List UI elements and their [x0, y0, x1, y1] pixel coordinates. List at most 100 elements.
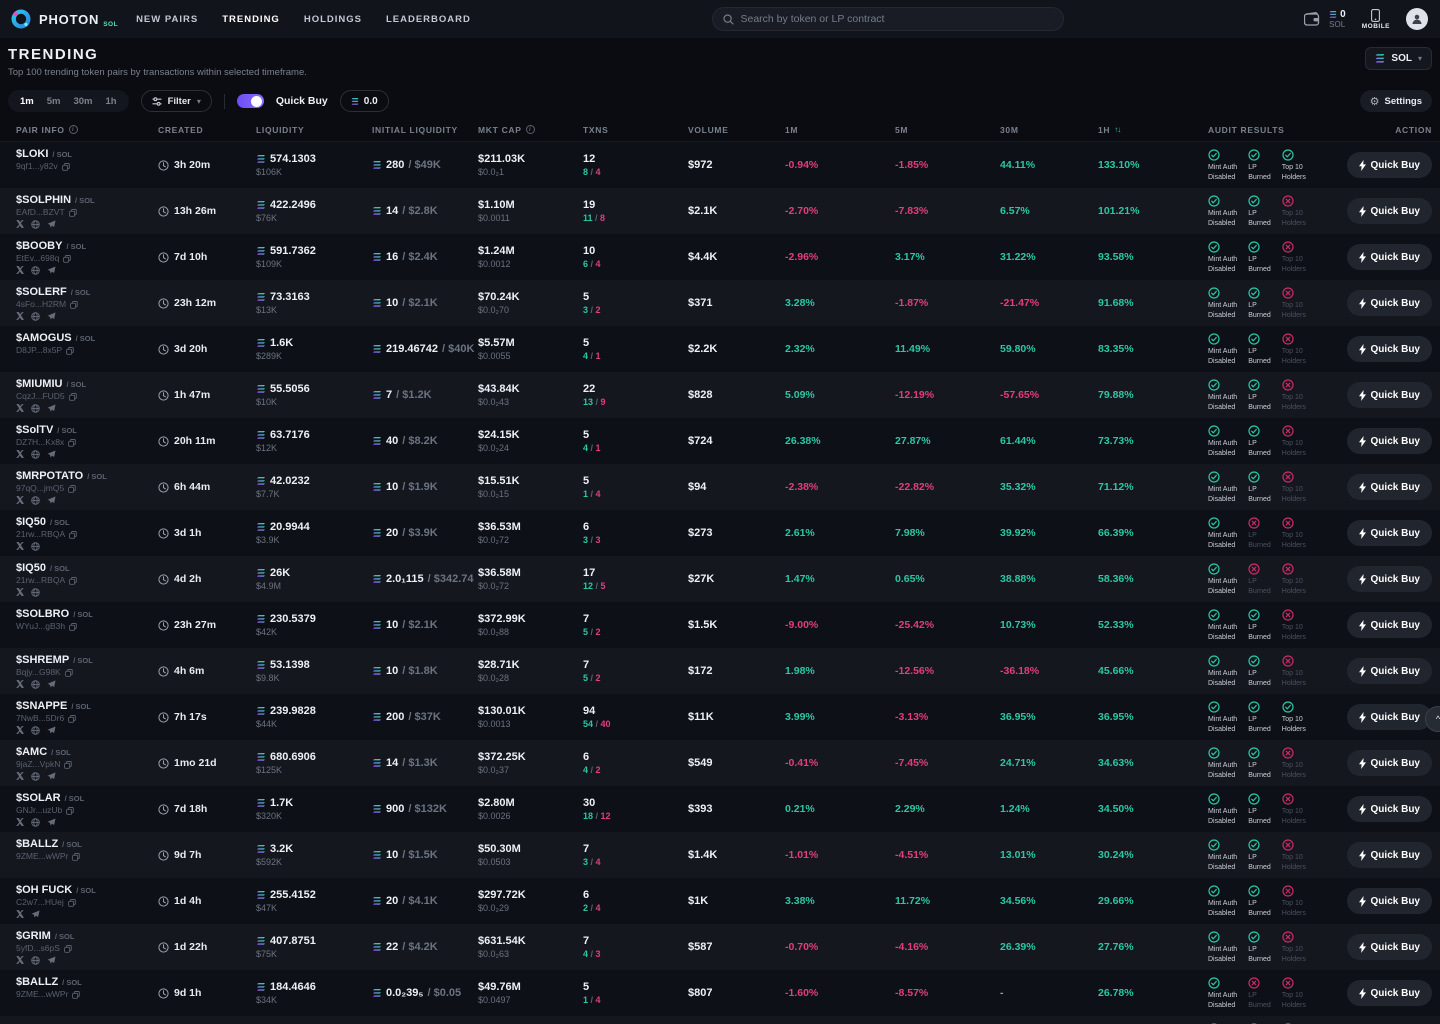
copy-icon[interactable]: [66, 347, 74, 355]
pair-info-cell[interactable]: $MRPOTATO/ SOL 97qQ...jmQ5: [16, 470, 158, 504]
pair-info-cell[interactable]: $SOLERF/ SOL 4sFo...H2RM: [16, 286, 158, 320]
quick-buy-button[interactable]: Quick Buy: [1347, 612, 1432, 638]
nav-link-new-pairs[interactable]: NEW PAIRS: [136, 14, 198, 25]
col-5m[interactable]: 5M: [895, 125, 1000, 135]
x-social-icon[interactable]: [16, 496, 24, 504]
copy-icon[interactable]: [70, 301, 78, 309]
table-row[interactable]: $GRIM/ SOL 5yfD...s6pS 1d 22h 407.8751 $…: [0, 924, 1440, 970]
telegram-icon[interactable]: [47, 404, 56, 413]
copy-icon[interactable]: [69, 531, 77, 539]
brand-logo[interactable]: PHOTON SOL: [10, 8, 118, 30]
website-icon[interactable]: [31, 772, 40, 781]
x-social-icon[interactable]: [16, 450, 24, 458]
pair-info-cell[interactable]: $SOLAR/ SOL GNJr...uzUb: [16, 792, 158, 826]
copy-icon[interactable]: [68, 899, 76, 907]
table-row[interactable]: $hadan/ SOL 7.4K / $79.29M 10 / Mint Au: [0, 1016, 1440, 1024]
x-social-icon[interactable]: [16, 266, 24, 274]
quick-buy-toggle[interactable]: [237, 94, 264, 108]
col-txns[interactable]: TXNS: [583, 125, 688, 135]
telegram-icon[interactable]: [47, 220, 56, 229]
website-icon[interactable]: [31, 312, 40, 321]
quick-buy-button[interactable]: Quick Buy: [1347, 428, 1432, 454]
telegram-icon[interactable]: [47, 818, 56, 827]
website-icon[interactable]: [31, 680, 40, 689]
website-icon[interactable]: [31, 588, 40, 597]
nav-link-leaderboard[interactable]: LEADERBOARD: [386, 14, 471, 25]
col-created[interactable]: CREATED: [158, 125, 256, 135]
pair-info-cell[interactable]: $IQ50/ SOL 21rw...RBQA: [16, 562, 158, 596]
quick-buy-button[interactable]: Quick Buy: [1347, 244, 1432, 270]
pair-info-cell[interactable]: $SOLBRO/ SOL WYuJ...gB3h: [16, 608, 158, 642]
x-social-icon[interactable]: [16, 542, 24, 550]
col-initial-liquidity[interactable]: INITIAL LIQUIDITY: [372, 125, 478, 135]
x-social-icon[interactable]: [16, 910, 24, 918]
copy-icon[interactable]: [69, 623, 77, 631]
quick-buy-button[interactable]: Quick Buy: [1347, 704, 1432, 730]
copy-icon[interactable]: [69, 209, 77, 217]
copy-icon[interactable]: [68, 485, 76, 493]
filter-button[interactable]: Filter ▾: [141, 90, 212, 112]
table-row[interactable]: $SolTV/ SOL DZ7H...Kx8x 20h 11m 63.7176 …: [0, 418, 1440, 464]
table-row[interactable]: $BALLZ/ SOL 9ZME...wWPr 9d 7h 3.2K $592K…: [0, 832, 1440, 878]
telegram-icon[interactable]: [47, 312, 56, 321]
table-row[interactable]: $IQ50/ SOL 21rw...RBQA 3d 1h 20.9944 $3.…: [0, 510, 1440, 556]
table-row[interactable]: $OH FUCK/ SOL C2w7...HUej 1d 4h 255.4152…: [0, 878, 1440, 924]
x-social-icon[interactable]: [16, 956, 24, 964]
table-row[interactable]: $MRPOTATO/ SOL 97qQ...jmQ5 6h 44m 42.023…: [0, 464, 1440, 510]
website-icon[interactable]: [31, 496, 40, 505]
quick-buy-button[interactable]: Quick Buy: [1347, 290, 1432, 316]
copy-icon[interactable]: [64, 945, 72, 953]
copy-icon[interactable]: [66, 807, 74, 815]
copy-icon[interactable]: [68, 439, 76, 447]
col-mkt-cap[interactable]: MKT CAPi: [478, 125, 583, 135]
table-row[interactable]: $SOLBRO/ SOL WYuJ...gB3h 23h 27m 230.537…: [0, 602, 1440, 648]
col-30m[interactable]: 30M: [1000, 125, 1098, 135]
col-pair-info[interactable]: PAIR INFOi: [16, 125, 158, 135]
telegram-icon[interactable]: [47, 726, 56, 735]
telegram-icon[interactable]: [47, 450, 56, 459]
table-row[interactable]: $MIUMIU/ SOL CqzJ...FUD5 1h 47m 55.5056 …: [0, 372, 1440, 418]
telegram-icon[interactable]: [47, 496, 56, 505]
website-icon[interactable]: [31, 542, 40, 551]
website-icon[interactable]: [31, 726, 40, 735]
copy-icon[interactable]: [68, 715, 76, 723]
table-row[interactable]: $AMC/ SOL 9jaZ...VpkN 1mo 21d 680.6906 $…: [0, 740, 1440, 786]
website-icon[interactable]: [31, 450, 40, 459]
timeframe-30m[interactable]: 30m: [73, 96, 92, 107]
pair-info-cell[interactable]: $IQ50/ SOL 21rw...RBQA: [16, 516, 158, 550]
timeframe-1h[interactable]: 1h: [105, 96, 116, 107]
pair-info-cell[interactable]: $BALLZ/ SOL 9ZME...wWPr: [16, 838, 158, 872]
pair-info-cell[interactable]: $AMOGUS/ SOL D8JP...8x5P: [16, 332, 158, 366]
pair-info-cell[interactable]: $SHREMP/ SOL Bqjy...G98K: [16, 654, 158, 688]
table-row[interactable]: $LOKI/ SOL 9qf1...y82v 3h 20m 574.1303 $…: [0, 142, 1440, 188]
copy-icon[interactable]: [63, 255, 71, 263]
website-icon[interactable]: [31, 956, 40, 965]
quick-buy-button[interactable]: Quick Buy: [1347, 336, 1432, 362]
quick-buy-button[interactable]: Quick Buy: [1347, 750, 1432, 776]
nav-link-holdings[interactable]: HOLDINGS: [304, 14, 362, 25]
x-social-icon[interactable]: [16, 680, 24, 688]
telegram-icon[interactable]: [47, 956, 56, 965]
website-icon[interactable]: [31, 220, 40, 229]
x-social-icon[interactable]: [16, 588, 24, 596]
col-1m[interactable]: 1M: [785, 125, 895, 135]
telegram-icon[interactable]: [47, 680, 56, 689]
table-row[interactable]: $SOLAR/ SOL GNJr...uzUb 7d 18h 1.7K $320…: [0, 786, 1440, 832]
col-liquidity[interactable]: LIQUIDITY: [256, 125, 372, 135]
quick-buy-button[interactable]: Quick Buy: [1347, 382, 1432, 408]
quick-buy-button[interactable]: Quick Buy: [1347, 842, 1432, 868]
quick-buy-button[interactable]: Quick Buy: [1347, 152, 1432, 178]
pair-info-cell[interactable]: $GRIM/ SOL 5yfD...s6pS: [16, 930, 158, 964]
pair-info-cell[interactable]: $BALLZ/ SOL 9ZME...wWPr: [16, 976, 158, 1010]
mobile-button[interactable]: MOBILE: [1362, 9, 1390, 30]
pair-info-cell[interactable]: $MIUMIU/ SOL CqzJ...FUD5: [16, 378, 158, 412]
x-social-icon[interactable]: [16, 818, 24, 826]
quick-buy-button[interactable]: Quick Buy: [1347, 934, 1432, 960]
x-social-icon[interactable]: [16, 404, 24, 412]
pair-info-cell[interactable]: $BOOBY/ SOL EtEv...698q: [16, 240, 158, 274]
nav-link-trending[interactable]: TRENDING: [222, 14, 280, 25]
timeframe-5m[interactable]: 5m: [47, 96, 61, 107]
copy-icon[interactable]: [64, 761, 72, 769]
avatar[interactable]: [1406, 8, 1428, 30]
copy-icon[interactable]: [72, 991, 80, 999]
